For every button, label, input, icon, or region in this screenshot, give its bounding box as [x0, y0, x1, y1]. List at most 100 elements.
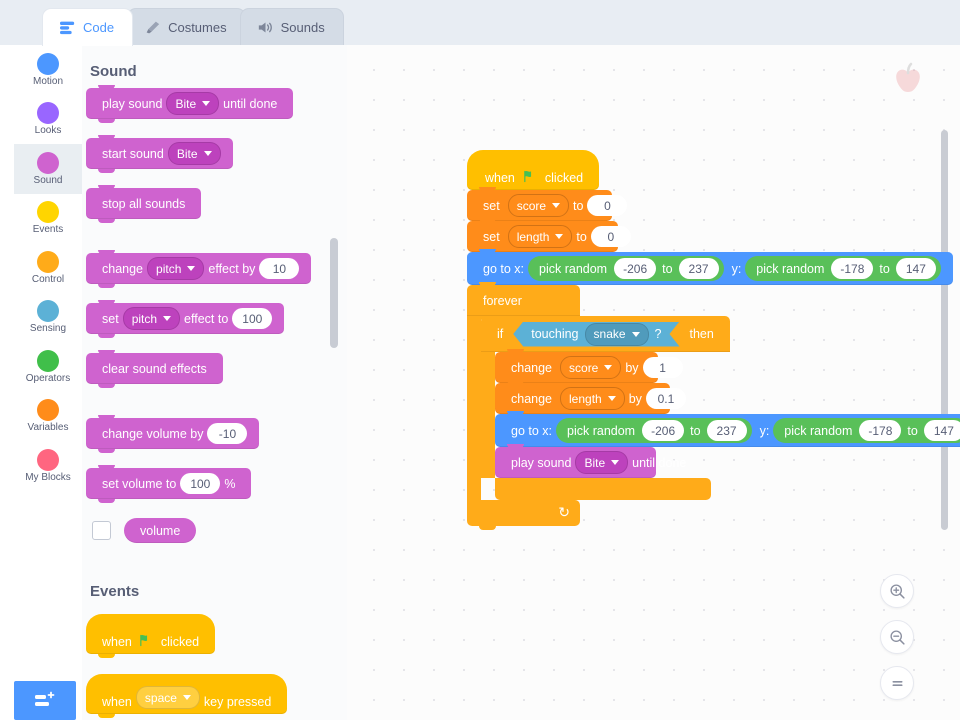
pick-random-inner-x-from-input[interactable]: -206 [642, 420, 685, 441]
category-control[interactable]: Control [14, 243, 82, 293]
goto-top-pick-random-y[interactable]: pick random -178 to 147 [745, 256, 941, 281]
green-flag-icon [140, 634, 147, 647]
volume-monitor-checkbox[interactable] [92, 521, 111, 540]
category-my-blocks[interactable]: My Blocks [14, 441, 82, 491]
events-color-dot [37, 201, 59, 224]
category-operators[interactable]: Operators [14, 342, 82, 392]
clear-sound-effects-label: clear sound effects [102, 361, 207, 376]
set-volume-value-input[interactable]: 100 [180, 473, 221, 494]
script-block-set-score[interactable]: set score to 0 [467, 187, 960, 225]
set-volume-percent-label: % [224, 476, 236, 491]
green-flag-icon [524, 170, 531, 183]
script-block-forever[interactable]: forever if touching snake ? then change … [467, 282, 960, 530]
palette-scrollbar[interactable] [330, 238, 338, 348]
change-effect-by-label: effect by [208, 261, 256, 276]
palette-block-change-effect[interactable]: change pitch effect by 10 [86, 250, 347, 288]
volume-reporter-block[interactable]: volume [124, 518, 197, 543]
pick-random-y-label: pick random [756, 261, 825, 276]
category-sensing[interactable]: Sensing [14, 293, 82, 343]
operators-color-dot [37, 349, 59, 372]
palette-block-play-sound-until-done[interactable]: play sound Bite until done [86, 85, 347, 123]
set-score-set-label: set [483, 198, 500, 213]
pick-random-x-to-input[interactable]: 237 [678, 258, 719, 279]
script-stack[interactable]: when clicked set score to 0 set length t… [467, 150, 960, 530]
set-score-value-input[interactable]: 0 [587, 195, 628, 216]
pick-random-y-to-input[interactable]: 147 [895, 258, 936, 279]
category-motion[interactable]: Motion [14, 45, 82, 95]
change-length-variable-dropdown[interactable]: length [560, 387, 625, 410]
palette-block-when-key-pressed[interactable]: when space key pressed [86, 674, 347, 718]
play-sound-dropdown[interactable]: Bite [166, 92, 220, 115]
script-clicked-label: clicked [544, 171, 584, 185]
goto-inner-pick-random-x[interactable]: pick random -206 to 237 [556, 418, 752, 443]
pick-random-x-from-input[interactable]: -206 [614, 258, 657, 279]
block-palette[interactable]: Sound play sound Bite until done start s… [82, 45, 347, 720]
tab-code-label: Code [83, 20, 115, 35]
set-effect-dropdown[interactable]: pitch [122, 307, 181, 330]
change-volume-value-input[interactable]: -10 [207, 423, 248, 444]
touching-label: touching [531, 327, 579, 341]
script-block-set-length[interactable]: set length to 0 [467, 218, 960, 256]
when-key-dropdown[interactable]: space [135, 686, 200, 709]
script-block-go-to-xy-inner[interactable]: go to x: pick random -206 to 237 y: pick… [495, 411, 960, 451]
tab-code[interactable]: Code [42, 8, 134, 46]
script-block-play-sound-until-done[interactable]: play sound Bite until done [495, 444, 960, 482]
palette-block-clear-sound-effects[interactable]: clear sound effects [86, 350, 347, 388]
change-length-value-input[interactable]: 0.1 [645, 388, 686, 409]
tab-sounds[interactable]: Sounds [239, 8, 344, 46]
goto-inner-pick-random-y[interactable]: pick random -178 to 147 [773, 418, 960, 443]
chevron-down-icon [187, 266, 196, 271]
set-volume-label: set volume to [102, 476, 177, 491]
script-block-if-then[interactable]: if touching snake ? then change score by… [481, 316, 960, 504]
goto-inner-y-label: y: [759, 423, 770, 438]
pick-random-inner-y-to-input[interactable]: 147 [923, 420, 960, 441]
palette-block-stop-all-sounds[interactable]: stop all sounds [86, 185, 347, 223]
category-variables[interactable]: Variables [14, 392, 82, 442]
category-events[interactable]: Events [14, 194, 82, 244]
touching-target-dropdown[interactable]: snake [585, 323, 649, 346]
if-left-wall [481, 352, 495, 478]
palette-block-when-flag-clicked[interactable]: when clicked [86, 614, 347, 658]
change-score-variable-dropdown[interactable]: score [560, 356, 622, 379]
pick-random-inner-x-to-input[interactable]: 237 [706, 420, 747, 441]
set-effect-value-input[interactable]: 100 [232, 308, 273, 329]
brush-icon [146, 21, 160, 34]
category-looks[interactable]: Looks [14, 95, 82, 145]
palette-row-volume-reporter[interactable]: volume [92, 518, 347, 543]
change-effect-value-input[interactable]: 10 [259, 258, 300, 279]
palette-block-set-volume[interactable]: set volume to 100 % [86, 465, 347, 503]
set-length-value-input[interactable]: 0 [590, 226, 631, 247]
set-score-variable-dropdown[interactable]: score [507, 194, 570, 217]
script-play-sound-dropdown[interactable]: Bite [575, 451, 629, 474]
start-sound-dropdown[interactable]: Bite [167, 142, 221, 165]
category-sound[interactable]: Sound [14, 144, 82, 194]
script-block-change-length[interactable]: change length by 0.1 [495, 380, 960, 418]
zoom-out-button[interactable] [880, 620, 914, 654]
script-block-change-score[interactable]: change score by 1 [495, 349, 960, 387]
set-length-variable-dropdown[interactable]: length [507, 225, 573, 248]
script-block-go-to-xy-top[interactable]: go to x: pick random -206 to 237 y: pick… [467, 249, 960, 289]
change-effect-dropdown[interactable]: pitch [147, 257, 205, 280]
goto-inner-label: go to x: [511, 423, 552, 438]
palette-block-set-effect[interactable]: set pitch effect to 100 [86, 300, 347, 338]
chevron-down-icon [604, 365, 613, 370]
palette-block-change-volume[interactable]: change volume by -10 [86, 415, 347, 453]
change-score-value-input[interactable]: 1 [642, 357, 683, 378]
goto-top-pick-random-x[interactable]: pick random -206 to 237 [528, 256, 724, 281]
touching-snake-condition[interactable]: touching snake ? [513, 322, 679, 347]
touching-question-mark: ? [654, 327, 662, 341]
zoom-reset-icon [891, 680, 903, 686]
set-effect-to-label: effect to [184, 311, 229, 326]
chevron-down-icon [632, 332, 640, 337]
zoom-in-button[interactable] [880, 574, 914, 608]
pick-random-inner-y-from-input[interactable]: -178 [859, 420, 902, 441]
pick-random-y-from-input[interactable]: -178 [831, 258, 874, 279]
change-length-by-label: by [628, 391, 642, 406]
script-play-sound-label: play sound [511, 455, 572, 470]
script-block-when-flag-clicked[interactable]: when clicked [467, 150, 960, 194]
add-extension-button[interactable] [14, 681, 76, 720]
when-flag-clicked-label: clicked [160, 635, 200, 649]
zoom-reset-button[interactable] [880, 666, 914, 700]
tab-costumes[interactable]: Costumes [127, 8, 246, 46]
palette-block-start-sound[interactable]: start sound Bite [86, 135, 347, 173]
